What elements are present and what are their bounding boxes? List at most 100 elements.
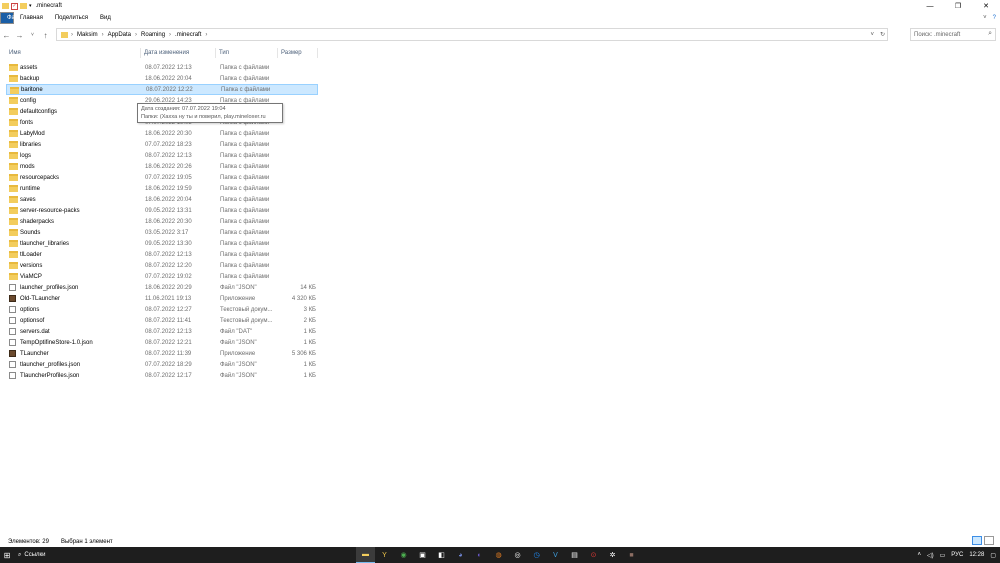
- recent-locations-icon[interactable]: ˅: [26, 32, 39, 38]
- app-icon[interactable]: ◧: [432, 547, 451, 563]
- file-row[interactable]: baritone 08.07.2022 12:22 Папка с файлами: [6, 84, 318, 95]
- folder-icon: [9, 64, 18, 71]
- file-icon: [9, 284, 16, 291]
- tab-share[interactable]: Поделиться: [49, 12, 94, 24]
- column-date[interactable]: Дата изменения: [141, 48, 216, 58]
- app-icon[interactable]: ✲: [603, 547, 622, 563]
- file-row[interactable]: servers.dat 08.07.2022 12:13 Файл "DAT" 1 К…: [6, 326, 318, 337]
- back-icon[interactable]: ←: [0, 31, 13, 40]
- details-view-icon[interactable]: [972, 536, 982, 545]
- terminal-icon[interactable]: ▣: [413, 547, 432, 563]
- new-folder-icon[interactable]: [20, 3, 27, 9]
- file-date: 18.06.2022 20:29: [145, 284, 192, 291]
- app-icon[interactable]: ◍: [489, 547, 508, 563]
- breadcrumb-maksim[interactable]: Maksim: [77, 32, 98, 38]
- file-row[interactable]: runtime 18.06.2022 19:59 Папка с файлами: [6, 183, 318, 194]
- steam-icon[interactable]: ◎: [508, 547, 527, 563]
- yandex-browser-icon[interactable]: Y: [375, 547, 394, 563]
- tooltip-created: Дата создания: 07.07.2022 19:04: [141, 106, 226, 112]
- help-icon[interactable]: ?: [993, 15, 996, 21]
- properties-icon[interactable]: ✓: [11, 2, 18, 10]
- navigation-bar: ← → ˅ ↑ › Maksim › AppData › Roaming › .…: [0, 27, 1000, 43]
- breadcrumb-minecraft[interactable]: .minecraft: [175, 32, 201, 38]
- file-explorer-icon[interactable]: ▬: [356, 547, 375, 563]
- app-icon[interactable]: ◷: [527, 547, 546, 563]
- file-row[interactable]: ViaMCP 07.07.2022 19:02 Папка с файлами: [6, 271, 318, 282]
- file-row[interactable]: saves 18.06.2022 20:04 Папка с файлами: [6, 194, 318, 205]
- close-icon[interactable]: ✕: [972, 0, 1000, 12]
- chrome-icon[interactable]: ◉: [394, 547, 413, 563]
- folder-icon: [10, 87, 19, 94]
- folder-icon: [9, 240, 18, 247]
- tab-file[interactable]: Файл: [0, 12, 22, 24]
- app-icon[interactable]: ◐: [470, 547, 489, 563]
- file-row[interactable]: resourcepacks 07.07.2022 19:05 Папка с фай…: [6, 172, 318, 183]
- column-name[interactable]: Имя: [6, 48, 141, 58]
- discord-icon[interactable]: ◕: [451, 547, 470, 563]
- minimize-icon[interactable]: —: [916, 0, 944, 12]
- file-row[interactable]: tlauncher_libraries 09.05.2022 13:30 Папка…: [6, 238, 318, 249]
- file-row[interactable]: options 08.07.2022 12:27 Текстовый докум..…: [6, 304, 318, 315]
- file-row[interactable]: Sounds 03.05.2022 3:17 Папка с файлами: [6, 227, 318, 238]
- file-icon: [9, 317, 16, 324]
- clock[interactable]: 12:28: [969, 552, 984, 558]
- tab-view[interactable]: Вид: [94, 12, 117, 24]
- application-icon: [9, 295, 16, 302]
- breadcrumb-roaming[interactable]: Roaming: [141, 32, 165, 38]
- column-size[interactable]: Размер: [278, 48, 318, 58]
- file-row[interactable]: tlauncher_profiles.json 07.07.2022 18:29 Ф…: [6, 359, 318, 370]
- file-row[interactable]: server-resource-packs 09.05.2022 13:31 Пап…: [6, 205, 318, 216]
- file-row[interactable]: libraries 07.07.2022 18:23 Папка с файлами: [6, 139, 318, 150]
- language-indicator[interactable]: РУС: [951, 552, 963, 558]
- file-row[interactable]: shaderpacks 18.06.2022 20:30 Папка с файла…: [6, 216, 318, 227]
- folder-icon: [9, 108, 18, 115]
- file-row[interactable]: TLauncher 08.07.2022 11:39 Приложение 5 306…: [6, 348, 318, 359]
- forward-icon[interactable]: →: [13, 31, 26, 40]
- file-row[interactable]: logs 08.07.2022 12:13 Папка с файлами: [6, 150, 318, 161]
- maximize-icon[interactable]: ❐: [944, 0, 972, 12]
- file-row[interactable]: Old-TLauncher 11.06.2021 19:13 Приложение 4…: [6, 293, 318, 304]
- minecraft-icon[interactable]: ■: [622, 547, 641, 563]
- address-bar[interactable]: › Maksim › AppData › Roaming › .minecraf…: [56, 28, 888, 41]
- file-row[interactable]: optionsof 08.07.2022 11:41 Текстовый докум…: [6, 315, 318, 326]
- file-row[interactable]: mods 18.06.2022 20:26 Папка с файлами: [6, 161, 318, 172]
- file-date: 03.05.2022 3:17: [145, 229, 189, 236]
- file-row[interactable]: tlLoader 08.07.2022 12:13 Папка с файлами: [6, 249, 318, 260]
- file-row[interactable]: backup 18.06.2022 20:04 Папка с файлами: [6, 73, 318, 84]
- refresh-icon[interactable]: ↻: [880, 31, 885, 38]
- file-name: launcher_profiles.json: [20, 284, 79, 291]
- file-row[interactable]: LabyMod 18.06.2022 20:30 Папка с файлами: [6, 128, 318, 139]
- windows-start-icon[interactable]: ⊞: [0, 551, 14, 560]
- file-row[interactable]: launcher_profiles.json 18.06.2022 20:29 Фа…: [6, 282, 318, 293]
- file-date: 18.06.2022 20:30: [145, 218, 192, 225]
- chevron-down-icon[interactable]: ˅: [870, 32, 874, 38]
- app-icon[interactable]: V: [546, 547, 565, 563]
- record-icon[interactable]: ⊙: [584, 547, 603, 563]
- customize-toolbar-icon[interactable]: ▾: [29, 3, 32, 9]
- chevron-up-icon[interactable]: ˄: [917, 552, 921, 558]
- taskbar-search[interactable]: ⌕ Ссылки: [18, 552, 46, 559]
- file-row[interactable]: TlauncherProfiles.json 08.07.2022 12:17 Фа…: [6, 370, 318, 381]
- chevron-right-icon: ›: [205, 31, 208, 38]
- folder-icon: [9, 141, 18, 148]
- ribbon: Файл Главная Поделиться Вид ˅ ?: [0, 12, 1000, 24]
- up-icon[interactable]: ↑: [39, 31, 52, 40]
- file-row[interactable]: versions 08.07.2022 12:20 Папка с файлами: [6, 260, 318, 271]
- volume-icon[interactable]: ◁): [927, 552, 934, 559]
- file-date: 07.07.2022 19:02: [145, 273, 192, 280]
- notifications-icon[interactable]: ▢: [990, 552, 996, 559]
- expand-ribbon-icon[interactable]: ˅: [983, 15, 987, 21]
- file-row[interactable]: assets 08.07.2022 12:13 Папка с файлами: [6, 62, 318, 73]
- file-row[interactable]: TempOptifineStore-1.0.json 08.07.2022 12:…: [6, 337, 318, 348]
- large-icons-view-icon[interactable]: [984, 536, 994, 545]
- network-icon[interactable]: ▭: [940, 552, 946, 559]
- search-input[interactable]: Поиск: .minecraft ⌕: [910, 28, 996, 41]
- file-type: Папка с файлами: [220, 130, 270, 137]
- tab-home[interactable]: Главная: [14, 12, 49, 24]
- column-type[interactable]: Тип: [216, 48, 278, 58]
- file-date: 08.07.2022 12:17: [145, 372, 192, 379]
- file-type: Папка с файлами: [220, 163, 270, 170]
- breadcrumb-appdata[interactable]: AppData: [108, 32, 131, 38]
- app-icon[interactable]: ▤: [565, 547, 584, 563]
- chevron-right-icon: ›: [101, 31, 104, 38]
